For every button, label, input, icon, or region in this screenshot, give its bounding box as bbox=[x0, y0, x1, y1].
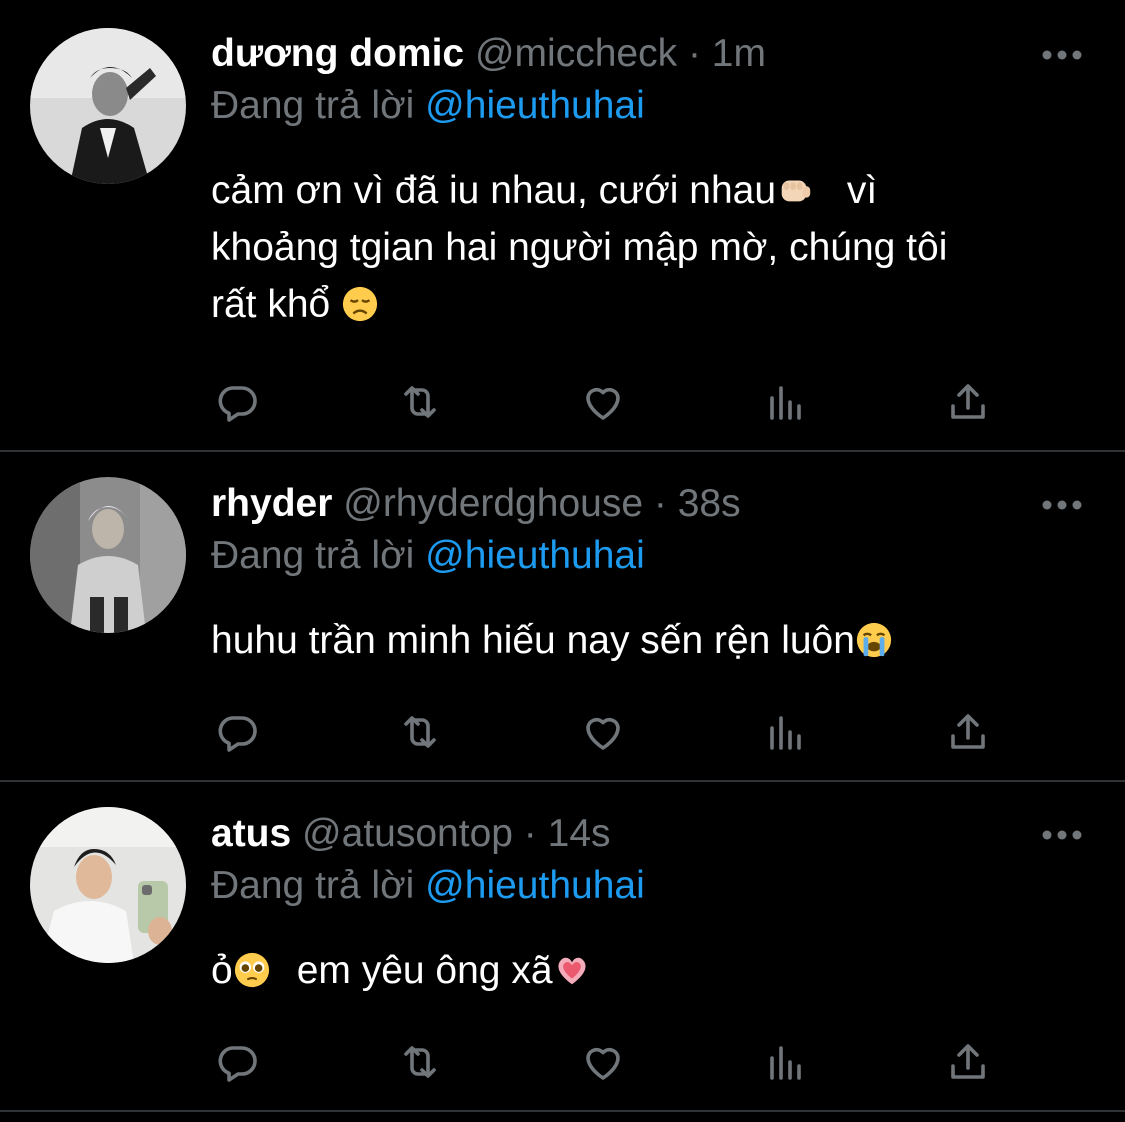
tweet-text-segment: vì bbox=[836, 169, 878, 212]
retweet-icon bbox=[404, 1046, 436, 1078]
avatar[interactable] bbox=[30, 807, 186, 963]
retweet-button[interactable] bbox=[392, 374, 448, 430]
tweet-text-line: cảm ơn vì đã iu nhau, cưới nhau vì bbox=[211, 162, 1071, 219]
mention-link[interactable]: @hieuthuhai bbox=[425, 84, 645, 127]
tweet-text-line: rất khổ bbox=[211, 276, 1071, 333]
display-name[interactable]: rhyder bbox=[211, 482, 332, 525]
tweet-text-line: huhu trần minh hiếu nay sến rện luôn bbox=[211, 612, 1071, 669]
separator-dot: · bbox=[687, 32, 701, 75]
avatar[interactable] bbox=[30, 28, 186, 184]
retweet-icon bbox=[404, 716, 436, 748]
oncoming-fist-emoji bbox=[781, 180, 811, 202]
share-icon bbox=[951, 384, 985, 419]
tweet-text: huhu trần minh hiếu nay sến rện luôn bbox=[211, 612, 1071, 669]
more-options-button[interactable] bbox=[1038, 490, 1086, 520]
user-handle[interactable]: @atusontop bbox=[302, 812, 513, 855]
reply-feed: dương domic @miccheck · 1m Đang trả lời … bbox=[0, 0, 1125, 1122]
tweet-header: rhyder @rhyderdghouse · 38s bbox=[211, 480, 741, 528]
more-horizontal-icon bbox=[1042, 500, 1082, 510]
pleading-face-emoji bbox=[234, 952, 269, 988]
tweet-header: dương domic @miccheck · 1m bbox=[211, 30, 766, 78]
tweet[interactable]: rhyder @rhyderdghouse · 38s Đang trả lời… bbox=[0, 452, 1125, 780]
like-button[interactable] bbox=[575, 374, 631, 430]
tweet-text-segment: ỏ bbox=[211, 949, 233, 992]
replying-to-line: Đang trả lời @hieuthuhai bbox=[211, 82, 645, 130]
share-button[interactable] bbox=[940, 704, 996, 760]
views-icon bbox=[770, 716, 801, 750]
loudly-crying-face-emoji bbox=[856, 622, 892, 658]
more-options-button[interactable] bbox=[1038, 820, 1086, 850]
like-icon bbox=[586, 1047, 620, 1080]
avatar-image bbox=[30, 477, 186, 633]
growing-heart-emoji bbox=[557, 957, 586, 985]
retweet-icon bbox=[404, 386, 436, 418]
separator-dot: · bbox=[523, 812, 537, 855]
reply-icon bbox=[218, 1046, 257, 1082]
more-options-button[interactable] bbox=[1038, 40, 1086, 70]
display-name[interactable]: atus bbox=[211, 812, 291, 855]
avatar-image bbox=[30, 28, 186, 184]
timestamp[interactable]: 14s bbox=[548, 812, 611, 855]
tweet-text-line: khoảng tgian hai người mập mờ, chúng tôi bbox=[211, 226, 948, 269]
replying-to-label: Đang trả lời bbox=[211, 84, 415, 127]
replying-to-line: Đang trả lời @hieuthuhai bbox=[211, 862, 645, 910]
replying-to-label: Đang trả lời bbox=[211, 864, 415, 907]
share-button[interactable] bbox=[940, 1034, 996, 1090]
views-button[interactable] bbox=[758, 374, 814, 430]
tweet-header: atus @atusontop · 14s bbox=[211, 810, 611, 858]
reply-button[interactable] bbox=[209, 374, 265, 430]
reply-icon bbox=[218, 716, 257, 752]
views-icon bbox=[770, 386, 801, 420]
tweet-text-segment: rất khổ bbox=[211, 283, 342, 326]
tweet[interactable]: atus @atusontop · 14s Đang trả lời @hieu… bbox=[0, 782, 1125, 1110]
display-name[interactable]: dương domic bbox=[211, 32, 464, 75]
replying-to-label: Đang trả lời bbox=[211, 534, 415, 577]
mention-link[interactable]: @hieuthuhai bbox=[425, 534, 645, 577]
avatar[interactable] bbox=[30, 477, 186, 633]
tweet-text-segment: huhu trần minh hiếu nay sến rện luôn bbox=[211, 619, 855, 662]
tweet-text-segment: cảm ơn vì đã iu nhau, cưới nhau bbox=[211, 169, 777, 212]
views-button[interactable] bbox=[758, 704, 814, 760]
tweet-text-segment: em yêu ông xã bbox=[296, 949, 553, 992]
user-handle[interactable]: @rhyderdghouse bbox=[343, 482, 643, 525]
avatar-image bbox=[30, 807, 186, 963]
tweet-text-line: ỏ em yêu ông xã bbox=[211, 942, 1071, 999]
like-icon bbox=[586, 387, 620, 420]
share-icon bbox=[951, 714, 985, 749]
disappointed-face-emoji bbox=[342, 286, 378, 322]
tweet-divider bbox=[0, 1110, 1125, 1112]
tweet-actions bbox=[0, 1034, 1125, 1090]
timestamp[interactable]: 1m bbox=[712, 32, 766, 75]
tweet-text: cảm ơn vì đã iu nhau, cưới nhau vì khoản… bbox=[211, 162, 1071, 333]
more-horizontal-icon bbox=[1042, 830, 1082, 840]
tweet-actions bbox=[0, 374, 1125, 430]
separator-dot: · bbox=[653, 482, 667, 525]
like-button[interactable] bbox=[575, 1034, 631, 1090]
retweet-button[interactable] bbox=[392, 1034, 448, 1090]
share-icon bbox=[951, 1044, 985, 1079]
reply-icon bbox=[218, 386, 257, 422]
tweet-text: ỏ em yêu ông xã bbox=[211, 942, 1071, 999]
views-button[interactable] bbox=[758, 1034, 814, 1090]
reply-button[interactable] bbox=[209, 1034, 265, 1090]
replying-to-line: Đang trả lời @hieuthuhai bbox=[211, 532, 645, 580]
like-icon bbox=[586, 717, 620, 750]
tweet-actions bbox=[0, 704, 1125, 760]
share-button[interactable] bbox=[940, 374, 996, 430]
retweet-button[interactable] bbox=[392, 704, 448, 760]
more-horizontal-icon bbox=[1042, 50, 1082, 60]
tweet[interactable]: dương domic @miccheck · 1m Đang trả lời … bbox=[0, 0, 1125, 450]
reply-button[interactable] bbox=[209, 704, 265, 760]
views-icon bbox=[770, 1046, 801, 1080]
like-button[interactable] bbox=[575, 704, 631, 760]
user-handle[interactable]: @miccheck bbox=[475, 32, 677, 75]
timestamp[interactable]: 38s bbox=[678, 482, 741, 525]
mention-link[interactable]: @hieuthuhai bbox=[425, 864, 645, 907]
